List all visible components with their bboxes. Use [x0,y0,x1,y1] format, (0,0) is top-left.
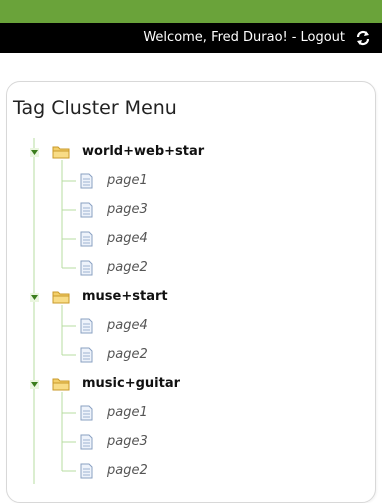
cluster-label[interactable]: muse+start [82,287,168,307]
page-link[interactable]: page1 [107,171,148,191]
page-link[interactable]: page4 [107,316,148,336]
collapse-toggle-icon[interactable] [30,293,39,302]
page-link[interactable]: page2 [107,461,148,481]
page-icon [80,405,93,421]
tree-lines [33,138,76,484]
page-icon [80,463,93,479]
page-icon [80,202,93,218]
collapse-toggle-icon[interactable] [30,380,39,389]
cluster-label[interactable]: world+web+star [82,142,204,162]
page-icon [80,347,93,363]
cluster-tree: world+web+star page1 page3 page4 page2 muse+s… [0,0,382,484]
page-link[interactable]: page2 [107,345,148,365]
page-icon [80,173,93,189]
page-icon [80,231,93,247]
page-link[interactable]: page3 [107,432,148,452]
page-link[interactable]: page2 [107,258,148,278]
folder-icon [52,291,70,304]
collapse-toggle-icon[interactable] [30,148,39,157]
page-link[interactable]: page1 [107,403,148,423]
page-icon [80,318,93,334]
page-icon [80,260,93,276]
folder-icon [52,378,70,391]
folder-icon [52,146,70,159]
cluster-label[interactable]: music+guitar [82,374,180,394]
page-link[interactable]: page3 [107,200,148,220]
page-icon [80,434,93,450]
page-link[interactable]: page4 [107,229,148,249]
